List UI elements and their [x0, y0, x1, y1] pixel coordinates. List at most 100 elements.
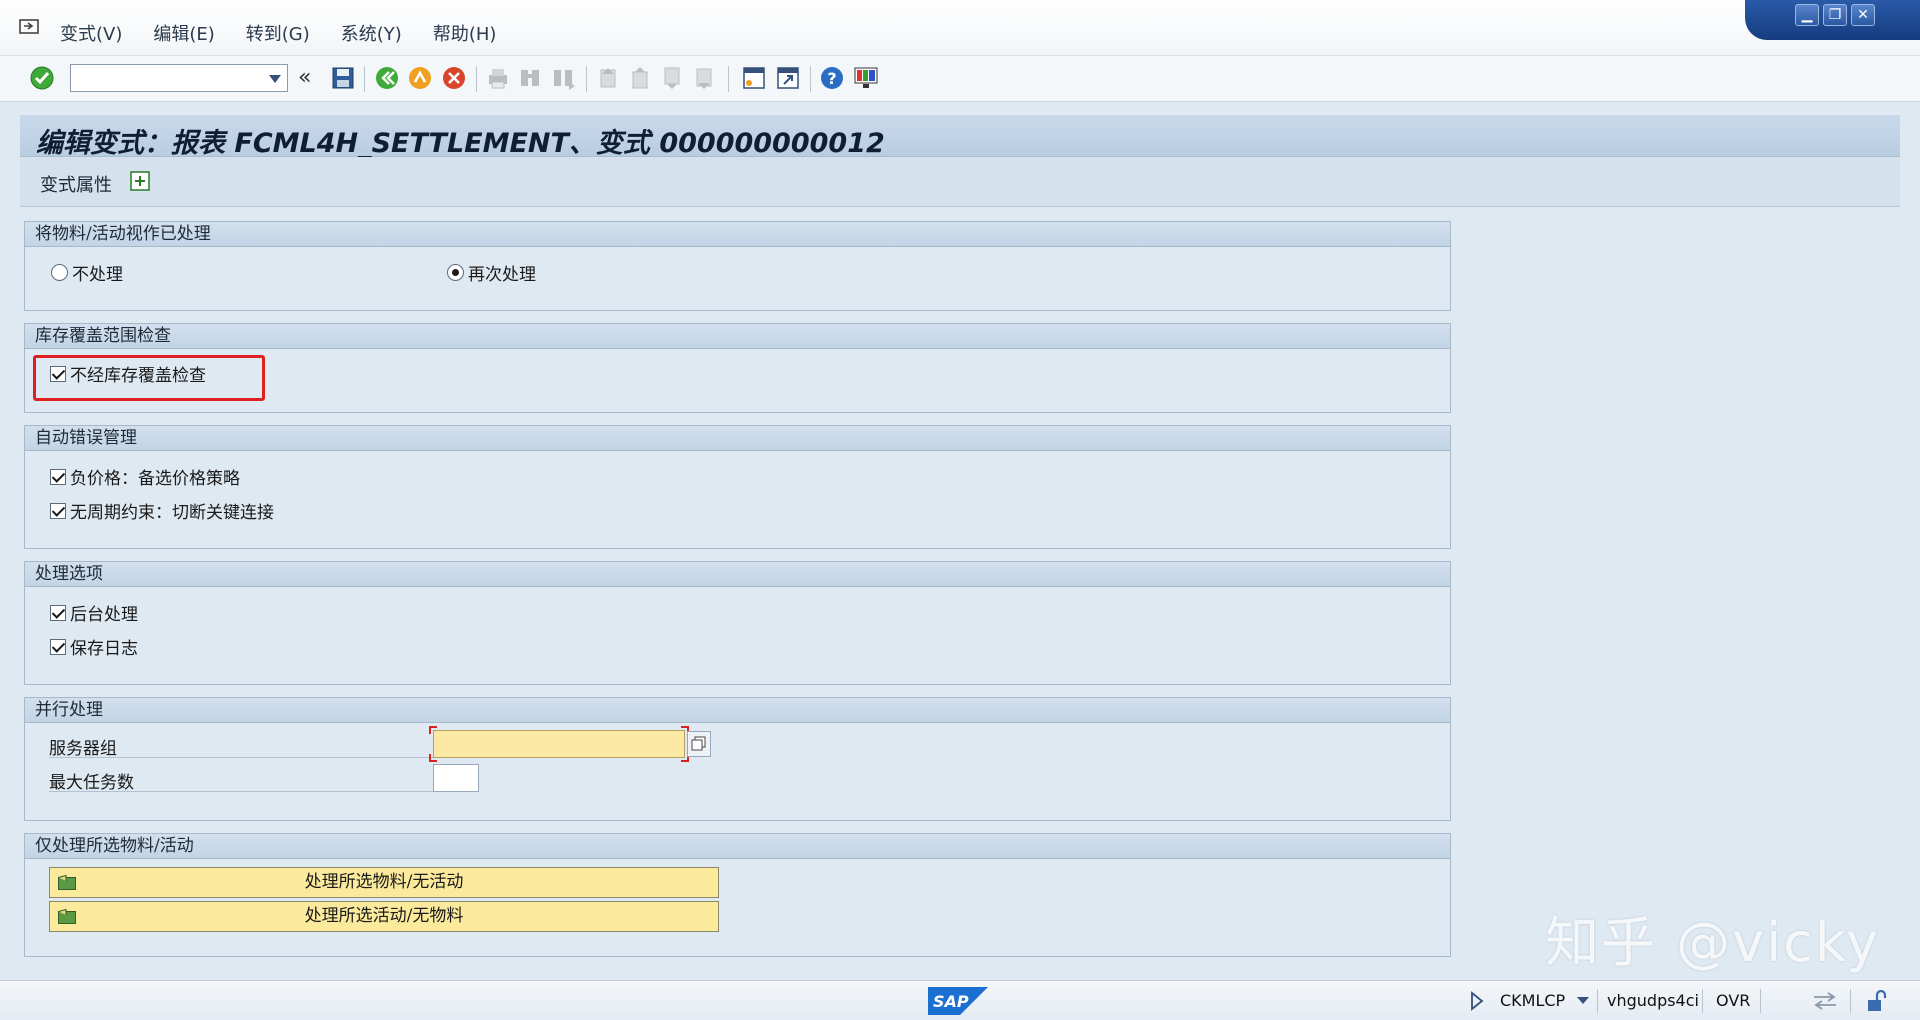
standard-toolbar: « ?	[0, 56, 1920, 102]
status-server: vhgudps4ci	[1607, 991, 1699, 1010]
menu-variant[interactable]: 变式(V)	[60, 20, 122, 46]
watermark: 知乎 @vicky	[1545, 911, 1881, 974]
command-field[interactable]	[70, 64, 288, 92]
close-icon[interactable]: ✕	[1851, 4, 1875, 26]
toolbar-separator	[810, 66, 811, 92]
group-header: 将物料/活动视作已处理	[25, 222, 1450, 247]
status-transaction: CKMLCP	[1500, 991, 1566, 1010]
radio-button[interactable]	[447, 264, 464, 281]
status-separator	[1597, 989, 1598, 1013]
annotation-highlight-box	[33, 355, 265, 401]
menu-edit[interactable]: 编辑(E)	[153, 20, 214, 46]
process-activities-no-materials-button[interactable]: 处理所选活动/无物料	[49, 901, 719, 932]
group-process-selected: 仅处理所选物料/活动 处理所选物料/无活动 处理所选活动/无物料	[24, 833, 1451, 957]
checkbox-label: 无周期约束：切断关键连接	[70, 503, 274, 523]
toolbar-separator	[586, 66, 587, 92]
checkbox-no-cycle-constraint[interactable]: 无周期约束：切断关键连接	[50, 498, 274, 523]
chevron-down-icon[interactable]	[269, 75, 281, 83]
radio-button[interactable]	[51, 264, 68, 281]
status-bar: SAP CKMLCP vhgudps4ci OVR	[0, 980, 1920, 1020]
sap-logo-icon: SAP	[928, 987, 988, 1015]
menu-goto[interactable]: 转到(G)	[246, 20, 310, 46]
server-group-input[interactable]	[433, 730, 685, 758]
print-icon[interactable]	[484, 64, 512, 92]
back-icon[interactable]: «	[298, 64, 326, 92]
connection-icon	[1814, 992, 1836, 1010]
menu-system[interactable]: 系统(Y)	[341, 20, 402, 46]
checkbox[interactable]	[50, 604, 66, 621]
last-page-icon[interactable]	[690, 64, 718, 92]
group-parallel-processing: 并行处理 服务器组 最大任务数	[24, 697, 1451, 821]
group-treat-as-processed: 将物料/活动视作已处理 不处理 再次处理	[24, 221, 1451, 311]
group-header: 自动错误管理	[25, 426, 1450, 451]
exit-icon[interactable]	[406, 64, 434, 92]
first-page-icon[interactable]	[594, 64, 622, 92]
menu-bar: 变式(V) 编辑(E) 转到(G) 系统(Y) 帮助(H) ▁ ❐ ✕	[0, 0, 1920, 56]
toolbar-separator	[476, 66, 477, 92]
required-marker	[429, 726, 437, 734]
execute-icon	[58, 909, 76, 924]
cancel-icon[interactable]	[440, 64, 468, 92]
screen-title-bar: 编辑变式：报表 FCML4H_SETTLEMENT、变式 00000000001…	[20, 115, 1900, 159]
status-mode[interactable]: OVR	[1716, 991, 1750, 1010]
variant-attributes-button[interactable]: 变式属性	[40, 171, 112, 197]
checkbox-background-processing[interactable]: 后台处理	[50, 600, 138, 625]
process-materials-no-activities-button[interactable]: 处理所选物料/无活动	[49, 867, 719, 898]
chevron-down-icon[interactable]	[1577, 997, 1589, 1004]
system-menu-icon[interactable]	[18, 18, 42, 38]
max-tasks-label: 最大任务数	[49, 768, 455, 793]
button-label: 处理所选物料/无活动	[304, 872, 464, 892]
find-icon[interactable]	[516, 64, 544, 92]
checkbox-label: 后台处理	[70, 605, 138, 625]
server-group-label: 服务器组	[49, 734, 455, 759]
save-icon[interactable]	[329, 64, 357, 92]
toolbar-separator	[728, 66, 729, 92]
group-processing-options: 处理选项 后台处理 保存日志	[24, 561, 1451, 685]
window-controls: ▁ ❐ ✕	[1745, 0, 1920, 40]
customize-layout-icon[interactable]	[852, 64, 880, 92]
checkbox-negative-price[interactable]: 负价格：备选价格策略	[50, 464, 240, 489]
status-separator	[1702, 989, 1703, 1013]
radio-label: 再次处理	[468, 265, 536, 285]
svg-text:?: ?	[827, 69, 836, 88]
find-next-icon[interactable]	[549, 64, 577, 92]
lock-open-icon[interactable]	[1866, 989, 1888, 1013]
group-auto-error-management: 自动错误管理 负价格：备选价格策略 无周期约束：切断关键连接	[24, 425, 1451, 549]
create-session-icon[interactable]	[740, 64, 768, 92]
execute-icon	[58, 875, 76, 890]
menu-help[interactable]: 帮助(H)	[433, 20, 497, 46]
group-header: 并行处理	[25, 698, 1450, 723]
prev-page-icon[interactable]	[626, 64, 654, 92]
status-expand-icon[interactable]	[1470, 991, 1484, 1011]
checkbox[interactable]	[50, 502, 66, 519]
next-page-icon[interactable]	[658, 64, 686, 92]
enter-icon[interactable]	[28, 64, 56, 92]
value-help-icon[interactable]	[687, 731, 711, 757]
checkbox-save-log[interactable]: 保存日志	[50, 634, 138, 659]
checkbox-label: 保存日志	[70, 639, 138, 659]
checkbox[interactable]	[50, 468, 66, 485]
radio-not-process[interactable]: 不处理	[51, 260, 123, 285]
group-header: 处理选项	[25, 562, 1450, 587]
application-toolbar: 变式属性	[20, 157, 1900, 207]
shortcut-icon[interactable]	[774, 64, 802, 92]
toolbar-separator	[364, 66, 365, 92]
page-title: 编辑变式：报表 FCML4H_SETTLEMENT、变式 00000000001…	[36, 128, 885, 159]
button-label: 处理所选活动/无物料	[304, 906, 464, 926]
max-tasks-input[interactable]	[433, 764, 479, 792]
group-header: 仅处理所选物料/活动	[25, 834, 1450, 859]
status-separator	[1760, 989, 1761, 1013]
status-separator	[1850, 989, 1851, 1013]
restore-icon[interactable]: ❐	[1823, 4, 1847, 26]
group-header: 库存覆盖范围检查	[25, 324, 1450, 349]
minimize-icon[interactable]: ▁	[1795, 4, 1819, 26]
required-marker	[429, 754, 437, 762]
help-icon[interactable]: ?	[818, 64, 846, 92]
variant-attributes-icon[interactable]	[128, 169, 152, 193]
radio-process-again[interactable]: 再次处理	[447, 260, 536, 285]
checkbox[interactable]	[50, 638, 66, 655]
back-green-icon[interactable]	[373, 64, 401, 92]
radio-label: 不处理	[72, 265, 123, 285]
checkbox-label: 负价格：备选价格策略	[70, 469, 240, 489]
menu-items: 变式(V) 编辑(E) 转到(G) 系统(Y) 帮助(H)	[60, 20, 496, 46]
